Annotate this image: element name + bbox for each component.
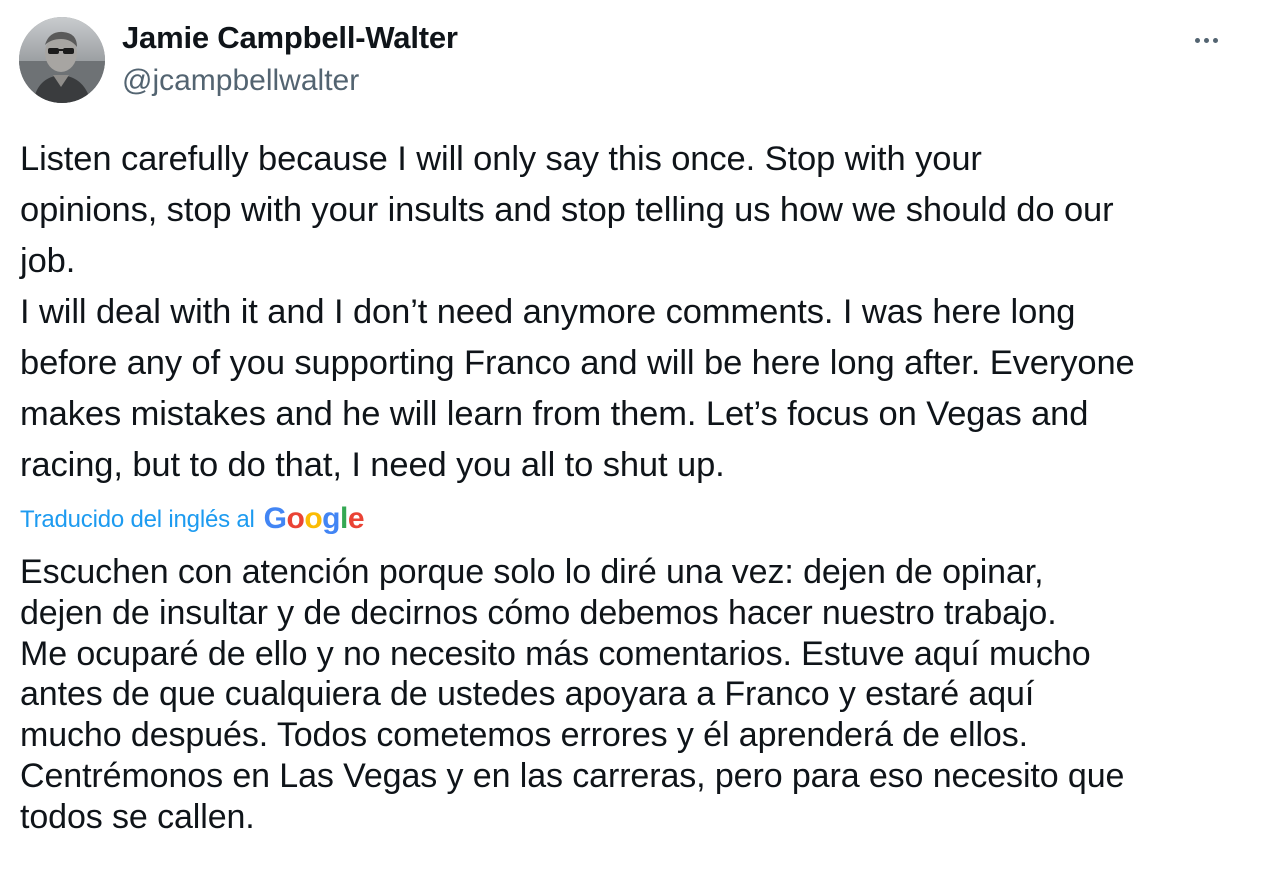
more-options-button[interactable] [1186, 22, 1226, 58]
tweet-text-line: racing, but to do that, I need you all t… [20, 446, 725, 484]
translation-link[interactable]: Traducido del inglés al [20, 506, 255, 534]
tweet-text-line: makes mistakes and he will learn from th… [20, 395, 1089, 433]
more-horizontal-icon [1212, 37, 1218, 43]
translated-text-line: Centrémonos en Las Vegas y en las carrer… [20, 756, 1125, 795]
translated-text-line: todos se callen. [20, 797, 255, 836]
translated-text-line: dejen de insultar y de decirnos cómo deb… [20, 593, 1057, 632]
translated-text: Escuchen con atención porque solo lo dir… [20, 552, 1265, 838]
translation-attribution: Traducido del inglés al Google [20, 502, 365, 538]
tweet-text-line: before any of you supporting Franco and … [20, 344, 1135, 382]
translated-text-line: antes de que cualquiera de ustedes apoya… [20, 675, 1035, 714]
author-handle[interactable]: @jcampbellwalter [122, 64, 359, 98]
translated-text-line: Escuchen con atención porque solo lo dir… [20, 553, 1044, 591]
translated-text-line: Me ocuparé de ello y no necesito más com… [20, 634, 1091, 673]
tweet-text-line: opinions, stop with your insults and sto… [20, 191, 1114, 229]
author-name[interactable]: Jamie Campbell-Walter [122, 20, 458, 56]
tweet-text-line: Listen carefully because I will only say… [20, 140, 982, 178]
tweet-text-line: job. [20, 242, 76, 280]
tweet-text: Listen carefully because I will only say… [20, 134, 1265, 491]
google-logo: Google [263, 502, 365, 535]
tweet-card: Jamie Campbell-Walter @jcampbellwalter L… [0, 0, 1280, 872]
more-horizontal-icon [1203, 37, 1209, 43]
avatar[interactable] [19, 17, 105, 103]
tweet-text-line: I will deal with it and I don’t need any… [20, 293, 1076, 331]
translated-text-line: mucho después. Todos cometemos errores y… [20, 716, 1028, 755]
avatar-photo [19, 17, 105, 103]
more-horizontal-icon [1194, 37, 1200, 43]
